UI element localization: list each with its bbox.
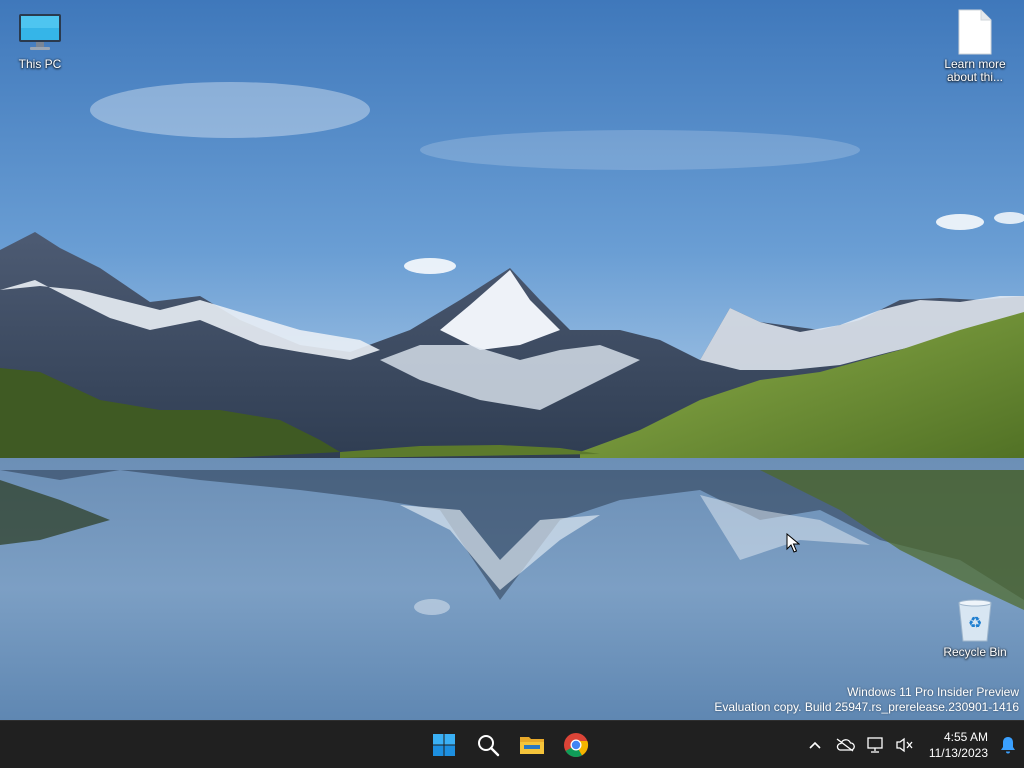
clock[interactable]: 4:55 AM 11/13/2023 — [920, 725, 992, 765]
notifications-button[interactable] — [992, 725, 1024, 765]
desktop-icon-learn-more[interactable]: Learn more about thi... — [935, 8, 1015, 84]
desktop-icon-label: Recycle Bin — [943, 645, 1007, 659]
onedrive-button[interactable] — [830, 725, 860, 765]
desktop[interactable]: This PC Learn more about thi... ♻ Recycl… — [0, 0, 1024, 720]
wallpaper-image — [0, 0, 1024, 720]
network-button[interactable] — [860, 725, 890, 765]
watermark-build: Evaluation copy. Build 25947.rs_prerelea… — [714, 700, 1019, 714]
desktop-icon-recycle-bin[interactable]: ♻ Recycle Bin — [935, 596, 1015, 659]
show-hidden-icons-button[interactable] — [800, 725, 830, 765]
system-tray: 4:55 AM 11/13/2023 — [800, 721, 1024, 768]
clock-date: 11/13/2023 — [928, 746, 988, 760]
chrome-button[interactable] — [556, 725, 596, 765]
file-explorer-button[interactable] — [512, 725, 552, 765]
desktop-icon-this-pc[interactable]: This PC — [0, 8, 80, 71]
search-icon — [478, 735, 500, 757]
evaluation-watermark: Windows 11 Pro Insider Preview Evaluatio… — [714, 685, 1019, 715]
onedrive-offline-icon — [836, 738, 855, 752]
notification-bell-icon — [1001, 737, 1015, 754]
chevron-up-icon — [809, 741, 821, 749]
recycle-bin-icon: ♻ — [951, 596, 999, 644]
folder-icon — [520, 737, 544, 754]
monitor-icon — [16, 8, 64, 56]
taskbar-pinned-apps — [424, 721, 596, 768]
network-icon — [867, 737, 883, 753]
volume-button[interactable] — [890, 725, 920, 765]
mouse-pointer-icon — [786, 533, 800, 553]
clock-time: 4:55 AM — [943, 730, 988, 744]
document-icon — [951, 8, 999, 56]
taskbar: 4:55 AM 11/13/2023 — [0, 720, 1024, 768]
windows-start-icon — [433, 734, 455, 756]
search-button[interactable] — [468, 725, 508, 765]
chrome-icon — [564, 733, 589, 758]
start-button[interactable] — [424, 725, 464, 765]
watermark-edition: Windows 11 Pro Insider Preview — [847, 685, 1019, 699]
volume-muted-icon — [896, 737, 913, 753]
desktop-icon-label: Learn more about thi... — [944, 57, 1006, 84]
desktop-icon-label: This PC — [18, 57, 62, 71]
svg-text:♻: ♻ — [968, 613, 982, 632]
